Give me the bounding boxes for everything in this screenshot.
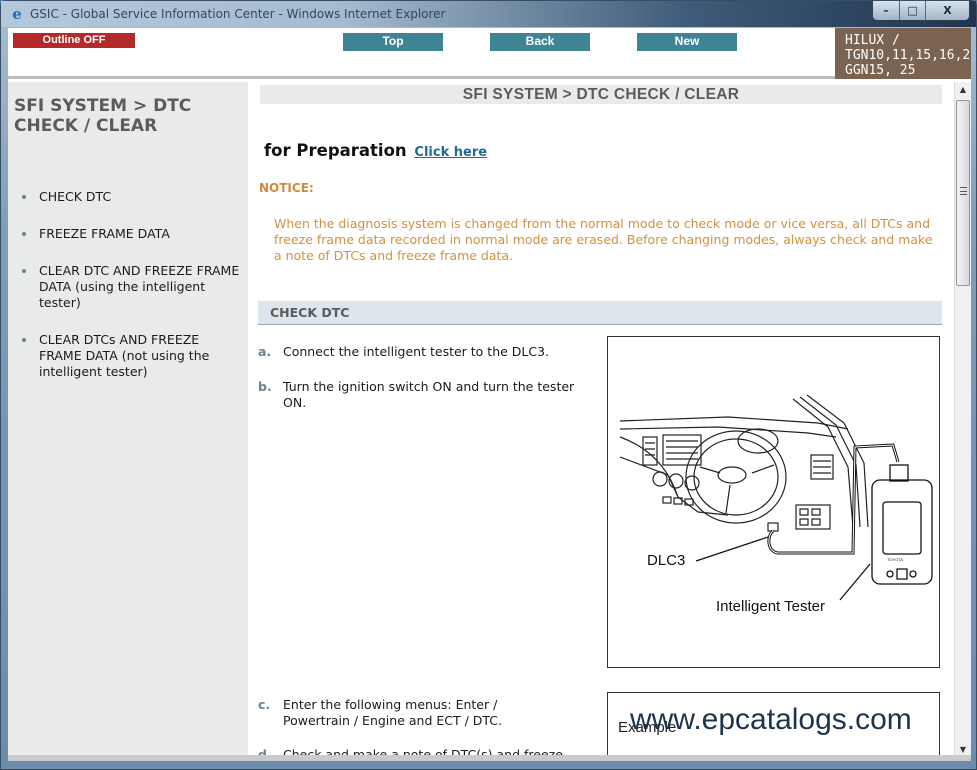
model-line: HILUX /: [845, 33, 900, 48]
sidebar-item-label: CHECK DTC: [39, 189, 112, 204]
step-letter: a.: [258, 344, 272, 359]
sidebar-item-label: CLEAR DTC AND FREEZE FRAME DATA (using t…: [39, 263, 240, 310]
title-bar: e GSIC - Global Service Information Cent…: [1, 1, 976, 27]
model-line: TGN10,11,15,16,2: [845, 48, 971, 63]
browser-content: Outline OFF Top Back New HILUX / TGN10,1…: [8, 28, 971, 761]
browser-window: e GSIC - Global Service Information Cent…: [0, 0, 977, 770]
step-text: Enter the following menus: Enter / Power…: [283, 697, 503, 728]
sidebar-title: SFI SYSTEM > DTC CHECK / CLEAR: [14, 96, 192, 136]
preparation-label: for Preparation: [264, 141, 407, 160]
page-header: Outline OFF Top Back New HILUX / TGN10,1…: [8, 28, 971, 79]
outline-list: CHECK DTC FREEZE FRAME DATA CLEAR DTC AN…: [22, 189, 242, 401]
preparation-line: for Preparation Click here: [264, 141, 487, 160]
watermark-text: www.epcatalogs.com: [630, 703, 912, 736]
bullet-icon: [22, 195, 26, 199]
grip-icon: [960, 187, 967, 195]
tester-brand-text: TOYOTA: [887, 557, 903, 562]
sidebar-item-clear-dtc-no-tester[interactable]: CLEAR DTCs AND FREEZE FRAME DATA (not us…: [22, 332, 242, 380]
close-button[interactable]: X: [925, 1, 969, 20]
sidebar-item-label: CLEAR DTCs AND FREEZE FRAME DATA (not us…: [39, 332, 210, 379]
bullet-icon: [22, 269, 26, 273]
new-button[interactable]: New: [637, 33, 737, 51]
notice-text: When the diagnosis system is changed fro…: [274, 216, 933, 263]
sidebar-item-clear-dtc-tester[interactable]: CLEAR DTC AND FREEZE FRAME DATA (using t…: [22, 263, 242, 311]
vertical-scrollbar[interactable]: ▲ ▼: [954, 82, 971, 761]
example-figure: Example www.epcatalogs.com: [607, 692, 940, 761]
step-letter: c.: [258, 697, 271, 712]
sidebar-item-freeze-frame-data[interactable]: FREEZE FRAME DATA: [22, 226, 242, 242]
notice-label: NOTICE:: [259, 181, 314, 195]
step-text: Turn the ignition switch ON and turn the…: [283, 379, 575, 410]
step-letter: b.: [258, 379, 272, 394]
internet-explorer-icon: e: [12, 5, 22, 23]
scroll-up-arrow-icon[interactable]: ▲: [955, 82, 971, 98]
back-button[interactable]: Back: [490, 33, 590, 51]
minimize-button[interactable]: –: [873, 1, 899, 20]
page-title: SFI SYSTEM > DTC CHECK / CLEAR: [260, 85, 942, 104]
sidebar-item-check-dtc[interactable]: CHECK DTC: [22, 189, 242, 205]
bullet-icon: [22, 232, 26, 236]
scrollbar-thumb[interactable]: [956, 100, 970, 286]
section-heading-check-dtc: CHECK DTC: [258, 301, 942, 325]
preparation-link[interactable]: Click here: [414, 145, 487, 160]
model-line: GGN15, 25: [845, 63, 916, 78]
dlc3-label: DLC3: [647, 552, 686, 569]
step-b: b. Turn the ignition switch ON and turn …: [258, 379, 578, 411]
step-text: Connect the intelligent tester to the DL…: [283, 344, 550, 359]
status-bar: [8, 755, 971, 761]
window-controls: – □ X: [872, 1, 970, 21]
top-button[interactable]: Top: [343, 33, 443, 51]
window-title: GSIC - Global Service Information Center…: [30, 7, 446, 21]
sidebar-item-label: FREEZE FRAME DATA: [39, 226, 170, 241]
outline-sidebar: SFI SYSTEM > DTC CHECK / CLEAR CHECK DTC…: [8, 82, 248, 761]
maximize-button[interactable]: □: [899, 1, 925, 20]
dashboard-illustration: TOYOTA: [619, 394, 933, 601]
dlc3-connection-figure: TOYOTA DLC3 Intelligent Tester: [607, 336, 940, 668]
step-a: a. Connect the intelligent tester to the…: [258, 344, 588, 360]
main-content: SFI SYSTEM > DTC CHECK / CLEAR for Prepa…: [248, 82, 954, 761]
bullet-icon: [22, 338, 26, 342]
outline-toggle-button[interactable]: Outline OFF: [13, 33, 135, 48]
intelligent-tester-label: Intelligent Tester: [716, 598, 825, 615]
vehicle-model-box: HILUX / TGN10,11,15,16,2 GGN15, 25: [835, 28, 971, 79]
step-c: c. Enter the following menus: Enter / Po…: [258, 697, 548, 729]
